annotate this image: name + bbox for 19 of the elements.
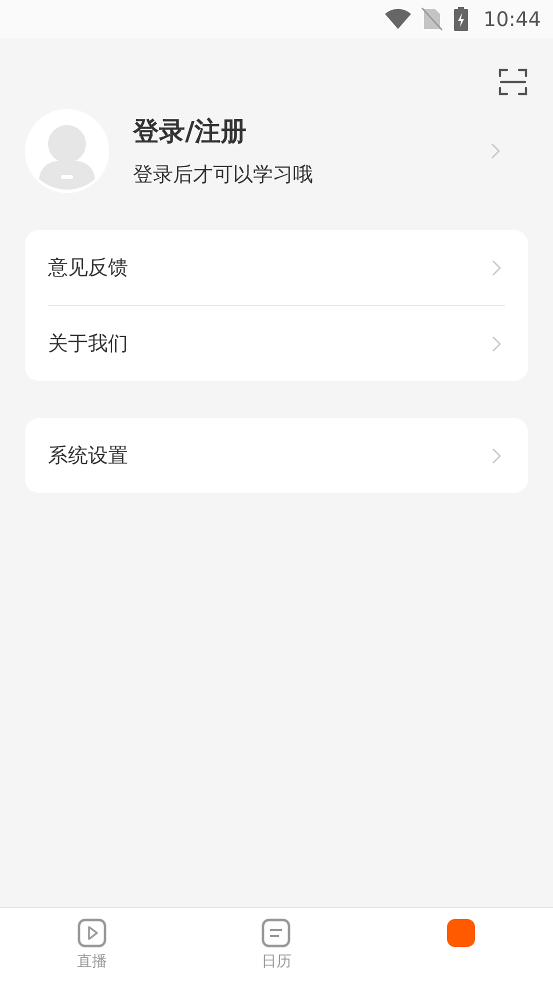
play-icon	[77, 918, 108, 948]
chevron-icon	[492, 336, 501, 352]
avatar-icon	[25, 109, 109, 193]
no-sim-icon	[421, 7, 444, 31]
battery-icon	[453, 7, 470, 31]
clock-time: 10:44	[483, 7, 541, 31]
menu-item[interactable]: 意见反馈	[48, 230, 505, 306]
chevron-icon	[491, 143, 500, 159]
menu-item[interactable]: 系统设置	[48, 418, 505, 493]
profile-tab-icon	[446, 918, 476, 948]
menu-item[interactable]: 关于我们	[48, 306, 505, 381]
chevron-icon	[492, 448, 501, 464]
login-title: 登录/注册	[133, 116, 248, 149]
wifi-icon	[385, 8, 412, 30]
login-hint: 登录后才可以学习哦	[133, 161, 314, 188]
note-icon	[261, 918, 292, 948]
profile-row[interactable]: 登录/注册 登录后才可以学习哦	[25, 108, 528, 194]
chevron-icon	[492, 260, 501, 276]
scan-icon[interactable]	[498, 67, 528, 97]
